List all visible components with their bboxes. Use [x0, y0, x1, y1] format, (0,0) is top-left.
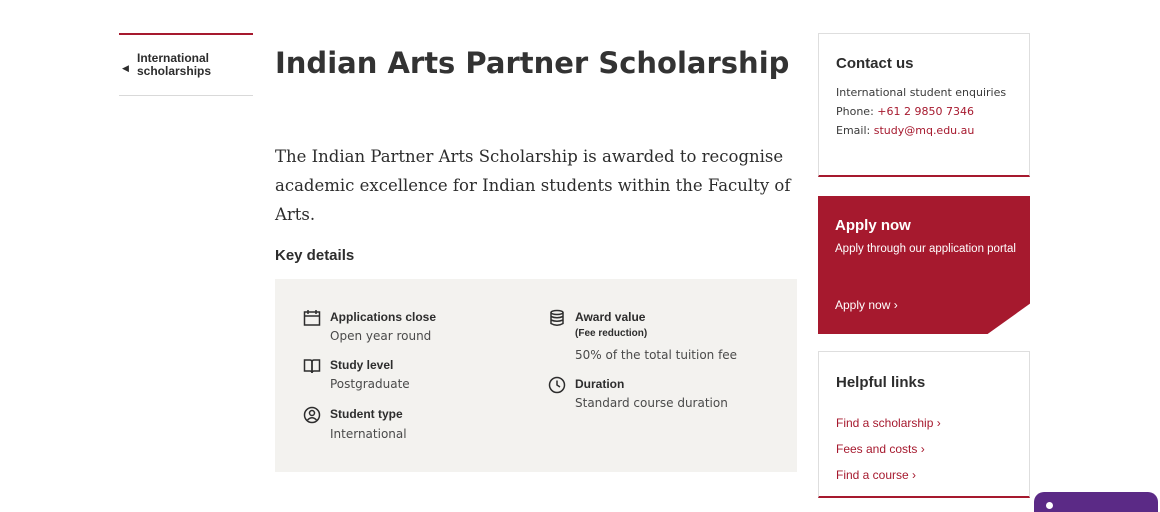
book-icon — [303, 359, 321, 374]
caret-left-icon: ◀ — [122, 63, 129, 73]
helpful-links-list: Find a scholarship › Fees and costs › Fi… — [836, 410, 941, 488]
contact-card: Contact us International student enquiri… — [818, 33, 1030, 177]
apply-card[interactable]: Apply now Apply through our application … — [818, 196, 1030, 334]
page-title: Indian Arts Partner Scholarship — [275, 46, 790, 80]
apply-now-link[interactable]: Apply now › — [835, 298, 898, 312]
detail-label: Applications close — [330, 310, 437, 324]
key-details-panel: Applications close Open year round Study… — [275, 279, 797, 472]
apply-title: Apply now — [835, 217, 911, 234]
key-details-heading: Key details — [275, 247, 355, 264]
database-icon — [550, 309, 564, 326]
contact-phone-row: Phone: +61 2 9850 7346 — [836, 102, 1016, 121]
helpful-links-card: Helpful links Find a scholarship › Fees … — [818, 351, 1030, 498]
chat-icon — [1046, 502, 1053, 509]
detail-value: International — [330, 427, 407, 441]
back-nav[interactable]: ◀ International scholarships — [119, 33, 253, 96]
detail-label: Award value — [575, 310, 646, 324]
phone-link[interactable]: +61 2 9850 7346 — [877, 105, 974, 118]
detail-value: 50% of the total tuition fee — [575, 348, 738, 362]
contact-enquiries: International student enquiries — [836, 86, 1007, 99]
back-link[interactable]: International scholarships — [137, 52, 247, 78]
detail-label: Duration — [575, 377, 625, 391]
intro-text: The Indian Partner Arts Scholarship is a… — [275, 147, 791, 224]
calendar-icon — [303, 310, 321, 326]
detail-value: Standard course duration — [575, 396, 728, 410]
detail-value: Open year round — [330, 329, 432, 343]
clock-icon — [548, 376, 566, 394]
chat-widget-tab[interactable] — [1034, 492, 1158, 512]
user-circle-icon — [303, 406, 321, 424]
contact-details: International student enquiries Phone: +… — [836, 83, 1016, 140]
apply-text: Apply through our application portal — [835, 243, 1016, 255]
link-fees-costs[interactable]: Fees and costs › — [836, 436, 941, 462]
helpful-links-title: Helpful links — [836, 374, 926, 391]
link-find-course[interactable]: Find a course › — [836, 462, 941, 488]
email-link[interactable]: study@mq.edu.au — [874, 124, 975, 137]
detail-value: Postgraduate — [330, 377, 410, 391]
contact-title: Contact us — [836, 55, 914, 72]
detail-label: Student type — [330, 407, 403, 421]
contact-email-row: Email: study@mq.edu.au — [836, 121, 1016, 140]
phone-label: Phone: — [836, 105, 878, 118]
detail-sublabel: (Fee reduction) — [575, 328, 648, 339]
email-label: Email: — [836, 124, 874, 137]
detail-label: Study level — [330, 358, 394, 372]
link-find-scholarship[interactable]: Find a scholarship › — [836, 410, 941, 436]
